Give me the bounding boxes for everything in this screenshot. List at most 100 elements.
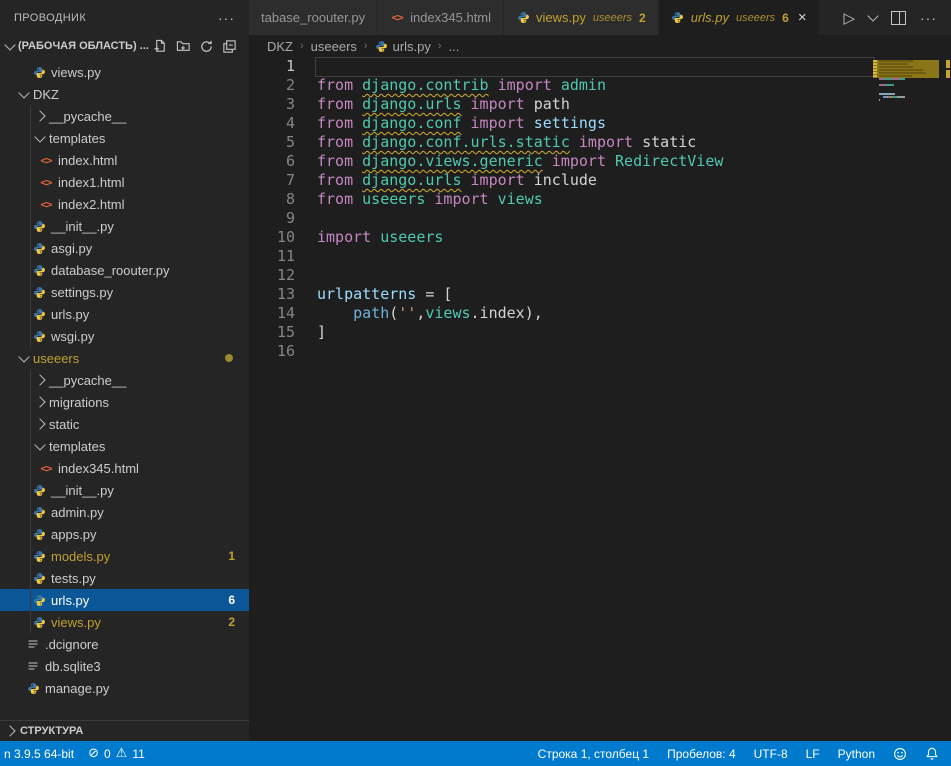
tree-item-database_roouter.py[interactable]: database_roouter.py [0,259,249,281]
line-number[interactable]: 1 [249,57,295,76]
code-line-15[interactable]: 15] [249,323,951,342]
tree-item-DKZ[interactable]: DKZ [0,83,249,105]
tree-item-index.html[interactable]: <>index.html [0,149,249,171]
close-icon[interactable]: × [798,10,807,25]
explorer-action-icons [153,39,243,54]
line-number[interactable]: 3 [249,95,295,114]
code-editor[interactable]: 12from django.contrib import admin3from … [249,57,951,741]
line-number[interactable]: 10 [249,228,295,247]
refresh-icon[interactable] [199,39,214,54]
code-line-9[interactable]: 9 [249,209,951,228]
code-line-3[interactable]: 3from django.urls import path [249,95,951,114]
run-python-file-icon[interactable]: ▷ [843,9,855,27]
code-line-7[interactable]: 7from django.urls import include [249,171,951,190]
tree-item-db.sqlite3[interactable]: db.sqlite3 [0,655,249,677]
code-line-12[interactable]: 12 [249,266,951,285]
line-number[interactable]: 12 [249,266,295,285]
line-number[interactable]: 7 [249,171,295,190]
python-interpreter-status[interactable]: n 3.9.5 64-bit [4,747,74,761]
cursor-position-status[interactable]: Строка 1, столбец 1 [538,747,649,761]
line-number[interactable]: 2 [249,76,295,95]
new-file-icon[interactable] [153,39,168,54]
tree-item-settings.py[interactable]: settings.py [0,281,249,303]
indentation-status[interactable]: Пробелов: 4 [667,747,736,761]
tree-item-models.py[interactable]: models.py1 [0,545,249,567]
tree-item-index2.html[interactable]: <>index2.html [0,193,249,215]
tree-item-apps.py[interactable]: apps.py [0,523,249,545]
tree-item-wsgi.py[interactable]: wsgi.py [0,325,249,347]
tree-item-.dcignore[interactable]: .dcignore [0,633,249,655]
explorer-more-actions-icon[interactable]: ··· [218,10,235,26]
tree-item-urls.py[interactable]: urls.py6 [0,589,249,611]
line-number[interactable]: 11 [249,247,295,266]
line-number[interactable]: 4 [249,114,295,133]
minimap-line [886,84,893,86]
tree-item-__pycache__[interactable]: __pycache__ [0,105,249,127]
tree-item-asgi.py[interactable]: asgi.py [0,237,249,259]
line-number[interactable]: 6 [249,152,295,171]
more-actions-icon[interactable]: ··· [920,10,937,26]
split-editor-icon[interactable] [891,11,906,25]
collapse-all-icon[interactable] [222,39,237,54]
code-line-2[interactable]: 2from django.contrib import admin [249,76,951,95]
outline-section-header[interactable]: СТРУКТУРА [0,720,249,741]
code-line-11[interactable]: 11 [249,247,951,266]
tree-item-__init__.py[interactable]: __init__.py [0,479,249,501]
line-number[interactable]: 8 [249,190,295,209]
breadcrumb-label: useeers [311,39,357,54]
code-line-16[interactable]: 16 [249,342,951,361]
breadcrumb-item-DKZ[interactable]: DKZ [267,39,293,54]
tab-urls.py[interactable]: urls.pyuseeers6× [659,0,819,35]
run-dropdown-icon[interactable] [867,10,878,21]
tree-item-__init__.py[interactable]: __init__.py [0,215,249,237]
tab-index345.html[interactable]: <>index345.html [378,0,503,35]
tree-item-migrations[interactable]: migrations [0,391,249,413]
tree-item-templates[interactable]: templates [0,435,249,457]
minimap[interactable] [873,57,945,217]
line-number[interactable]: 16 [249,342,295,361]
tab-tabase_roouter.py[interactable]: tabase_roouter.py [249,0,377,35]
problems-status[interactable]: ⊘ 0 ⚠ 11 [88,746,145,761]
breadcrumb-item-useeers[interactable]: useeers [311,39,357,54]
language-mode-status[interactable]: Python [838,747,875,761]
feedback-icon[interactable] [893,747,907,761]
minimap-line [899,60,907,62]
breadcrumb-item-...[interactable]: ... [449,39,460,54]
workspace-section-header[interactable]: (РАБОЧАЯ ОБЛАСТЬ) ... [0,35,249,57]
breadcrumb-item-urls.py[interactable]: urls.py [375,39,431,54]
eol-status[interactable]: LF [806,747,820,761]
code-line-4[interactable]: 4from django.conf import settings [249,114,951,133]
tree-item-views.py[interactable]: views.py2 [0,611,249,633]
tree-item-manage.py[interactable]: manage.py [0,677,249,699]
line-number[interactable]: 13 [249,285,295,304]
code-line-5[interactable]: 5from django.conf.urls.static import sta… [249,133,951,152]
line-number[interactable]: 9 [249,209,295,228]
code-line-6[interactable]: 6from django.views.generic import Redire… [249,152,951,171]
tab-views.py[interactable]: views.pyuseeers2 [504,0,658,35]
new-folder-icon[interactable] [176,39,191,54]
tree-item-views.py[interactable]: views.py [0,61,249,83]
code-line-10[interactable]: 10import useeers [249,228,951,247]
tree-item-index345.html[interactable]: <>index345.html [0,457,249,479]
tree-item-useeers[interactable]: useeers [0,347,249,369]
code-line-14[interactable]: 14 path('',views.index), [249,304,951,323]
line-number[interactable]: 14 [249,304,295,323]
minimap-line [905,72,913,74]
tree-item-tests.py[interactable]: tests.py [0,567,249,589]
tree-item-urls.py[interactable]: urls.py [0,303,249,325]
tree-item-__pycache__[interactable]: __pycache__ [0,369,249,391]
code-line-13[interactable]: 13urlpatterns = [ [249,285,951,304]
code-line-8[interactable]: 8from useeers import views [249,190,951,209]
tree-item-index1.html[interactable]: <>index1.html [0,171,249,193]
tree-item-templates[interactable]: templates [0,127,249,149]
tree-item-static[interactable]: static [0,413,249,435]
tree-item-label: settings.py [51,285,113,300]
code-line-1[interactable]: 1 [249,57,951,76]
encoding-status[interactable]: UTF-8 [754,747,788,761]
chevron-right-icon [34,110,45,121]
tree-item-admin.py[interactable]: admin.py [0,501,249,523]
line-number[interactable]: 5 [249,133,295,152]
notifications-bell-icon[interactable] [925,747,939,761]
minimap-line [884,63,896,65]
line-number[interactable]: 15 [249,323,295,342]
